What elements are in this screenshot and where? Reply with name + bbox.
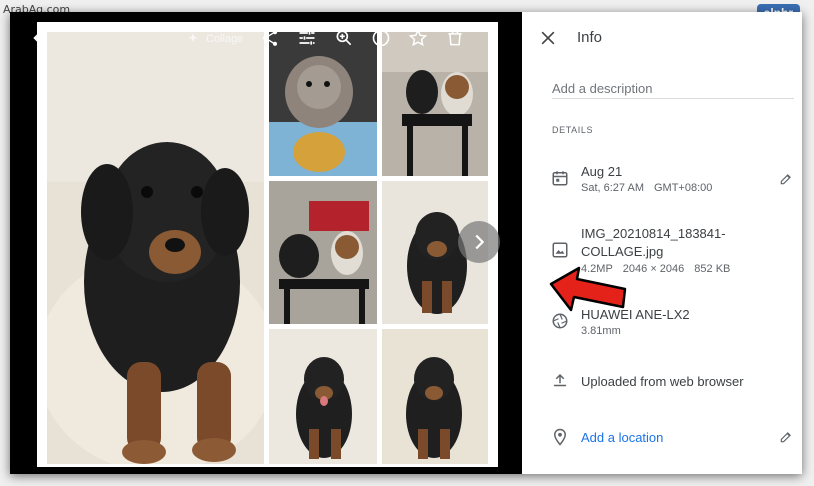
date-timezone: GMT+08:00 bbox=[653, 182, 713, 194]
close-icon[interactable] bbox=[538, 28, 558, 48]
description-input[interactable] bbox=[552, 78, 794, 99]
upload-source: Uploaded from web browser bbox=[581, 374, 744, 389]
date-secondary: Sat, 6:27 AM GMT+08:00 bbox=[581, 182, 712, 194]
next-icon bbox=[475, 234, 485, 250]
zoom-in-icon[interactable] bbox=[332, 26, 356, 50]
collage-photo-3 bbox=[269, 181, 377, 324]
file-name-line1: IMG_20210814_183841- bbox=[581, 226, 726, 241]
camera-model: HUAWEI ANE-LX2 bbox=[581, 307, 690, 322]
file-megapixels: 4.2MP bbox=[581, 263, 613, 275]
calendar-icon bbox=[551, 169, 569, 187]
image-viewer: Collage bbox=[10, 12, 522, 474]
collage-photo-6 bbox=[382, 329, 488, 464]
back-icon[interactable] bbox=[28, 26, 52, 50]
next-photo-button[interactable] bbox=[458, 221, 500, 263]
info-icon[interactable] bbox=[369, 26, 393, 50]
collage-photo-large bbox=[47, 32, 264, 464]
viewer-toolbar: Collage bbox=[10, 12, 522, 64]
collage-sparkle-icon bbox=[188, 33, 198, 43]
panel-title: Info bbox=[577, 29, 603, 46]
aperture-icon bbox=[551, 312, 569, 330]
location-pin-icon bbox=[551, 428, 569, 446]
image-icon bbox=[551, 241, 569, 259]
file-meta: 4.2MP 2046 × 2046 852 KB bbox=[581, 263, 730, 275]
add-location-link[interactable]: Add a location bbox=[581, 430, 663, 445]
file-size: 852 KB bbox=[694, 263, 731, 275]
star-icon[interactable] bbox=[406, 26, 430, 50]
file-dimensions: 2046 × 2046 bbox=[622, 263, 685, 275]
details-heading: DETAILS bbox=[552, 125, 594, 135]
photo-viewer-window: Collage Info Add a description DETAILS A… bbox=[10, 12, 802, 474]
share-icon[interactable] bbox=[258, 26, 282, 50]
file-name-line2: COLLAGE.jpg bbox=[581, 244, 664, 259]
date-primary: Aug 21 bbox=[581, 164, 623, 179]
collage-label: Collage bbox=[206, 33, 244, 45]
info-panel: Info DETAILS Aug 21 Sat, 6:27 AM GMT+08:0… bbox=[522, 12, 802, 474]
edit-date-pencil-icon[interactable] bbox=[779, 172, 793, 186]
collage-button[interactable]: Collage bbox=[186, 29, 243, 49]
edit-location-pencil-icon[interactable] bbox=[779, 430, 793, 444]
date-day-time: Sat, 6:27 AM bbox=[581, 182, 644, 194]
camera-focal-length: 3.81mm bbox=[581, 325, 621, 337]
trash-icon[interactable] bbox=[443, 26, 467, 50]
collage-photo-5 bbox=[269, 329, 377, 464]
more-icon[interactable] bbox=[482, 26, 506, 50]
collage-image bbox=[37, 22, 498, 467]
upload-icon bbox=[551, 372, 569, 390]
tune-icon[interactable] bbox=[295, 26, 319, 50]
